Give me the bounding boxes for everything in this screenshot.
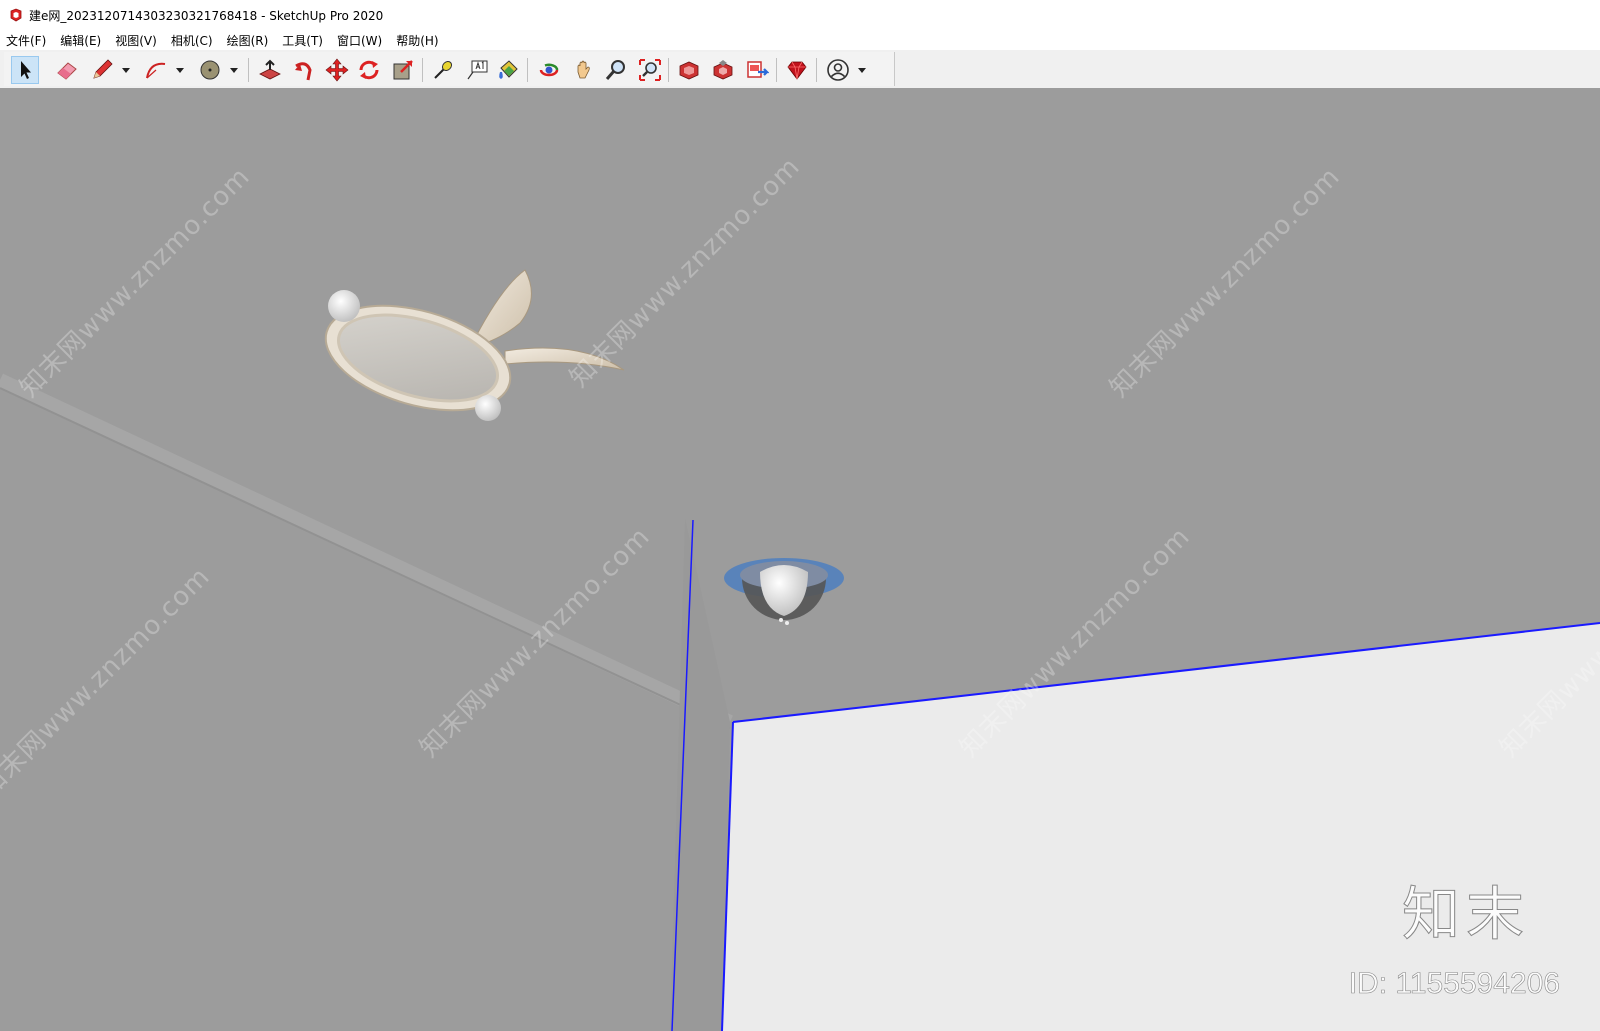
toolbar-separator (422, 58, 423, 82)
ruby-console-tool-button[interactable] (783, 56, 811, 84)
account-icon (827, 59, 849, 81)
text-icon (467, 60, 488, 80)
menu-help[interactable]: 帮助(H) (396, 32, 438, 49)
paint-bucket-icon (499, 60, 518, 79)
arc-dropdown[interactable] (174, 56, 186, 84)
toolbar-separator (776, 58, 777, 82)
tape-measure-tool-button[interactable] (429, 56, 457, 84)
scale-icon (393, 60, 413, 80)
downlight-fixture (724, 558, 844, 625)
move-icon (325, 58, 349, 82)
toolbar-separator (668, 58, 669, 82)
menu-draw[interactable]: 绘图(R) (227, 32, 269, 49)
rotate-tool-button[interactable] (355, 56, 383, 84)
follow-me-icon (295, 62, 312, 81)
wall-corner-column (670, 518, 730, 1031)
chevron-down-icon (858, 68, 866, 73)
brand-logo: 知末 (1401, 880, 1530, 949)
crown-molding (0, 373, 733, 729)
text-tool-button[interactable] (463, 56, 491, 84)
toolbar-separator (816, 58, 817, 82)
extension-warehouse-icon (713, 60, 733, 80)
move-tool-button[interactable] (323, 56, 351, 84)
zoom-extents-icon (639, 59, 661, 81)
menu-window[interactable]: 窗口(W) (337, 32, 382, 49)
pencil-icon (93, 59, 113, 79)
warehouse-icon (679, 61, 699, 80)
orbit-icon (539, 63, 559, 77)
follow-me-tool-button[interactable] (290, 56, 318, 84)
large-tool-set (4, 52, 895, 86)
scale-tool-button[interactable] (389, 56, 417, 84)
pencil-tool-button[interactable] (88, 56, 116, 84)
account-button[interactable] (824, 56, 852, 84)
ceiling-lamp-fixture (324, 269, 625, 421)
eraser-icon (57, 62, 77, 80)
model-viewport[interactable]: 知末网www.znzmo.com 知末网www.znzmo.com 知末网www… (0, 88, 1600, 1031)
select-icon (21, 61, 31, 79)
chevron-down-icon (122, 68, 130, 73)
sketchup-icon (10, 8, 22, 22)
eraser-tool-button[interactable] (53, 56, 81, 84)
menu-bar: 文件(F) 编辑(E) 视图(V) 相机(C) 绘图(R) 工具(T) 窗口(W… (0, 30, 1600, 50)
shape-icon (200, 60, 220, 80)
pan-tool-button[interactable] (570, 56, 598, 84)
warehouse-tool-button[interactable] (675, 56, 703, 84)
account-dropdown[interactable] (856, 56, 868, 84)
toolbar-separator (527, 58, 528, 82)
arc-icon (146, 62, 166, 79)
chevron-down-icon (230, 68, 238, 73)
rotate-icon (359, 60, 379, 80)
extension-warehouse-tool-button[interactable] (709, 56, 737, 84)
push-pull-icon (259, 59, 281, 80)
shape-dropdown[interactable] (228, 56, 240, 84)
asset-id-label: ID: 1155594206 (1348, 967, 1560, 1001)
menu-camera[interactable]: 相机(C) (171, 32, 213, 49)
layout-tool-button[interactable] (743, 56, 771, 84)
ruby-console-icon (787, 61, 807, 80)
pan-icon (577, 60, 590, 79)
zoom-tool-button[interactable] (602, 56, 630, 84)
menu-view[interactable]: 视图(V) (115, 32, 157, 49)
pencil-dropdown[interactable] (120, 56, 132, 84)
shape-tool-button[interactable] (196, 56, 224, 84)
orbit-tool-button[interactable] (535, 56, 563, 84)
layout-icon (747, 61, 769, 78)
scene-drawing (0, 269, 1600, 1031)
menu-edit[interactable]: 编辑(E) (60, 32, 101, 49)
chevron-down-icon (176, 68, 184, 73)
push-pull-tool-button[interactable] (256, 56, 284, 84)
window-title: 建e网_20231207143032303217684​18 - SketchU… (29, 8, 384, 23)
zoom-extents-tool-button[interactable] (636, 56, 664, 84)
paint-bucket-tool-button[interactable] (494, 56, 522, 84)
menu-tools[interactable]: 工具(T) (282, 32, 323, 49)
select-tool-button[interactable] (11, 56, 39, 84)
title-bar: 建e网_20231207143032303217684​18 - SketchU… (0, 0, 1600, 30)
tape-measure-icon (434, 60, 453, 79)
arc-tool-button[interactable] (142, 56, 170, 84)
toolbar-separator (248, 58, 249, 82)
toolbar (0, 50, 1600, 89)
menu-file[interactable]: 文件(F) (6, 32, 46, 49)
zoom-icon (605, 60, 625, 80)
